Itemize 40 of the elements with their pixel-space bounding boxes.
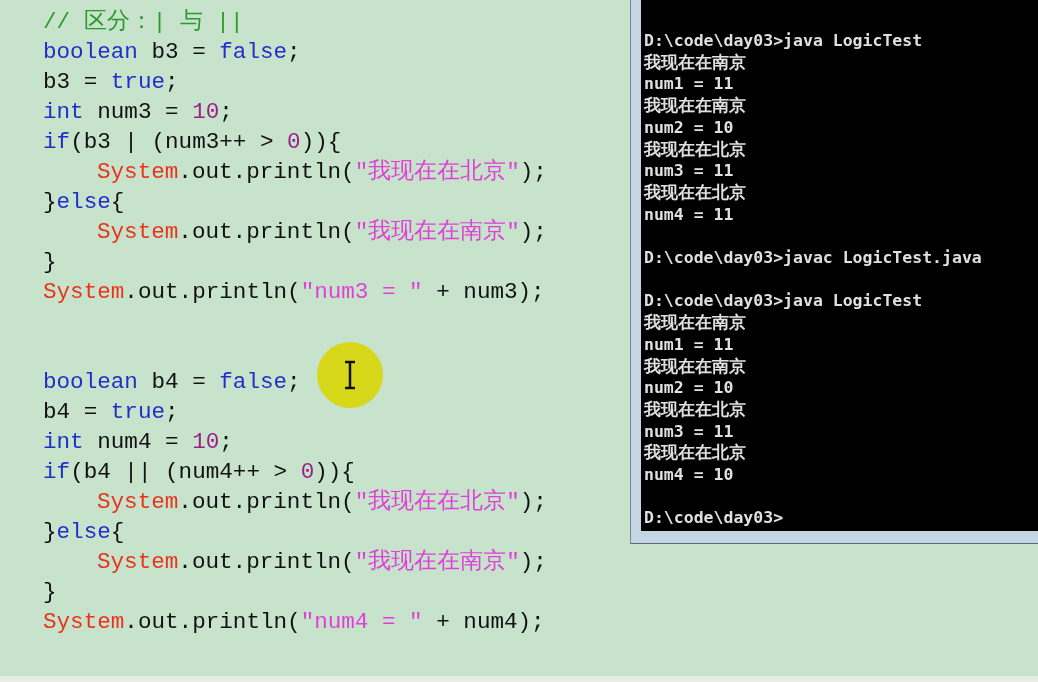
code-line: System.out.println("num3 = " + num3); [43,278,545,307]
console-line: num3 = 11 [644,420,734,443]
console-line: 我现在在北京 [644,181,746,204]
code-line: if(b4 || (num4++ > 0)){ [43,458,355,487]
console-line: num1 = 11 [644,333,734,356]
console-line: 我现在在北京 [644,398,746,421]
console-line: 我现在在北京 [644,138,746,161]
console-line: num2 = 10 [644,116,734,139]
console-line: 我现在在北京 [644,442,746,465]
code-line: } [43,578,57,607]
console-line: num4 = 11 [644,203,734,226]
console-line: 我现在在南京 [644,312,746,334]
code-line: }else{ [43,518,125,547]
console-line: num2 = 10 [644,377,734,399]
console-line: D:\code\day03> [644,507,784,530]
cursor-highlight-icon [317,342,383,408]
console-line: num1 = 11 [644,73,734,96]
code-line: System.out.println("我现在在南京"); [96,548,547,577]
code-line: System.out.println("我现在在北京"); [96,158,547,187]
code-line: boolean b3 = false; [43,38,301,67]
console-line: D:\code\day03>java LogicTest [644,30,923,52]
console-line: 我现在在南京 [644,95,746,117]
code-line: System.out.println("我现在在南京"); [96,218,547,247]
code-line: b4 = true; [43,398,179,427]
console-line: num4 = 10 [644,464,734,486]
code-line: System.out.println("我现在在北京"); [96,488,547,517]
code-line: // 区分：| 与 || [43,8,244,37]
code-line: int num4 = 10; [43,428,233,457]
console-line: 我现在在南京 [644,51,746,74]
console-line: 我现在在南京 [644,355,746,378]
code-line: } [43,248,57,277]
code-line: System.out.println("num4 = " + num4); [43,608,545,637]
console-line: D:\code\day03>javac LogicTest.java [644,247,982,269]
code-line: b3 = true; [43,68,179,97]
console-line: num3 = 11 [644,160,734,182]
code-line: int num3 = 10; [43,98,233,127]
code-line: if(b3 | (num3++ > 0)){ [43,128,342,157]
code-line: }else{ [43,188,125,217]
code-line: boolean b4 = false; [43,368,301,397]
console-line: D:\code\day03>java LogicTest [644,290,923,313]
